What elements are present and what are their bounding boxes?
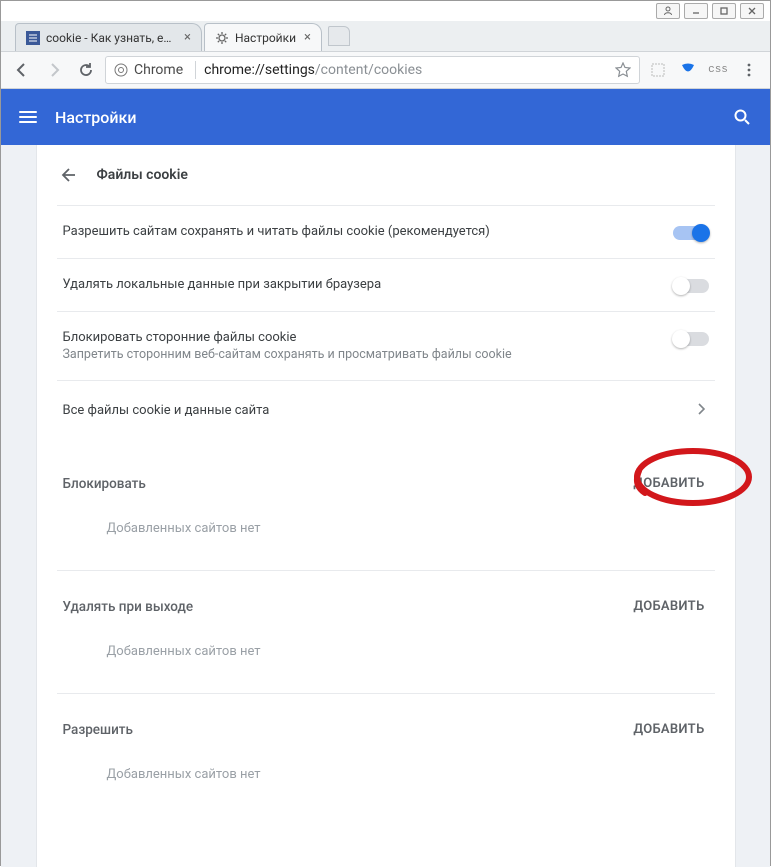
close-icon[interactable]: × — [304, 30, 311, 45]
tab-strip: cookie - Как узнать, есть × Настройки × — [1, 21, 770, 51]
settings-title: Настройки — [55, 108, 136, 127]
settings-page: Файлы cookie Разрешить сайтам сохранять … — [1, 145, 770, 867]
bookmark-star-icon[interactable] — [615, 62, 631, 78]
section-allow: Разрешить ДОБАВИТЬ Добавленных сайтов не… — [57, 693, 715, 808]
section-delete-on-exit: Удалять при выходе ДОБАВИТЬ Добавленных … — [57, 570, 715, 685]
chevron-right-icon — [697, 403, 709, 415]
new-tab-button[interactable] — [328, 26, 350, 46]
extension-icon-css[interactable]: css — [706, 58, 730, 82]
page-title: Файлы cookie — [97, 167, 188, 183]
reload-button[interactable] — [73, 57, 99, 83]
forward-button[interactable] — [41, 57, 67, 83]
back-button[interactable] — [9, 57, 35, 83]
setting-label: Блокировать сторонние файлы cookie — [63, 330, 657, 345]
breadcrumb: Файлы cookie — [57, 145, 715, 205]
empty-message: Добавленных сайтов нет — [63, 743, 709, 808]
setting-label: Разрешить сайтам сохранять и читать файл… — [63, 224, 657, 239]
tab-label: Настройки — [235, 31, 296, 45]
chrome-icon — [114, 63, 128, 77]
setting-all-cookies-link[interactable]: Все файлы cookie и данные сайта — [57, 380, 715, 440]
tab-cookie-question[interactable]: cookie - Как узнать, есть × — [15, 23, 202, 51]
minimize-button[interactable] — [684, 3, 708, 19]
empty-message: Добавленных сайтов нет — [63, 620, 709, 685]
maximize-button[interactable] — [712, 3, 736, 19]
user-button[interactable] — [656, 3, 680, 19]
section-title: Разрешить — [63, 722, 133, 738]
browser-toolbar: Chrome chrome://settings/content/cookies… — [1, 51, 770, 89]
address-bar[interactable]: Chrome chrome://settings/content/cookies — [105, 56, 640, 84]
setting-clear-on-exit: Удалять локальные данные при закрытии бр… — [57, 258, 715, 311]
close-icon[interactable]: × — [184, 30, 191, 45]
add-button-delete-on-exit[interactable]: ДОБАВИТЬ — [629, 593, 708, 620]
setting-allow-cookies: Разрешить сайтам сохранять и читать файл… — [57, 205, 715, 258]
toggle-allow-cookies[interactable] — [673, 226, 709, 240]
setting-block-third-party: Блокировать сторонние файлы cookie Запре… — [57, 311, 715, 380]
tab-label: cookie - Как узнать, есть — [46, 31, 176, 45]
close-button[interactable] — [740, 3, 764, 19]
tab-settings[interactable]: Настройки × — [204, 23, 322, 51]
scheme-indicator: Chrome — [114, 62, 183, 78]
add-button-block[interactable]: ДОБАВИТЬ — [629, 470, 708, 497]
extension-icon-2[interactable] — [676, 58, 700, 82]
url-text: chrome://settings/content/cookies — [204, 62, 422, 78]
add-button-allow[interactable]: ДОБАВИТЬ — [629, 716, 708, 743]
setting-label: Удалять локальные данные при закрытии бр… — [63, 277, 657, 292]
settings-header: Настройки — [1, 89, 770, 145]
menu-button[interactable] — [736, 57, 762, 83]
gear-favicon-icon — [215, 31, 229, 45]
menu-icon[interactable] — [19, 111, 37, 123]
scheme-label: Chrome — [134, 62, 183, 78]
toggle-clear-on-exit[interactable] — [673, 279, 709, 293]
section-block: Блокировать ДОБАВИТЬ Добавленных сайтов … — [57, 448, 715, 562]
stack-favicon-icon — [26, 31, 40, 45]
divider — [195, 61, 196, 79]
section-title: Удалять при выходе — [63, 599, 194, 615]
section-title: Блокировать — [63, 476, 146, 492]
setting-label: Все файлы cookie и данные сайта — [63, 403, 681, 418]
back-arrow-icon[interactable] — [57, 165, 77, 185]
toggle-block-third-party[interactable] — [673, 332, 709, 346]
search-icon[interactable] — [732, 107, 752, 127]
extension-icon-1[interactable] — [646, 58, 670, 82]
setting-sublabel: Запретить сторонним веб-сайтам сохранять… — [63, 347, 657, 362]
settings-card: Файлы cookie Разрешить сайтам сохранять … — [36, 145, 736, 867]
window-controls — [1, 1, 770, 21]
empty-message: Добавленных сайтов нет — [63, 497, 709, 562]
